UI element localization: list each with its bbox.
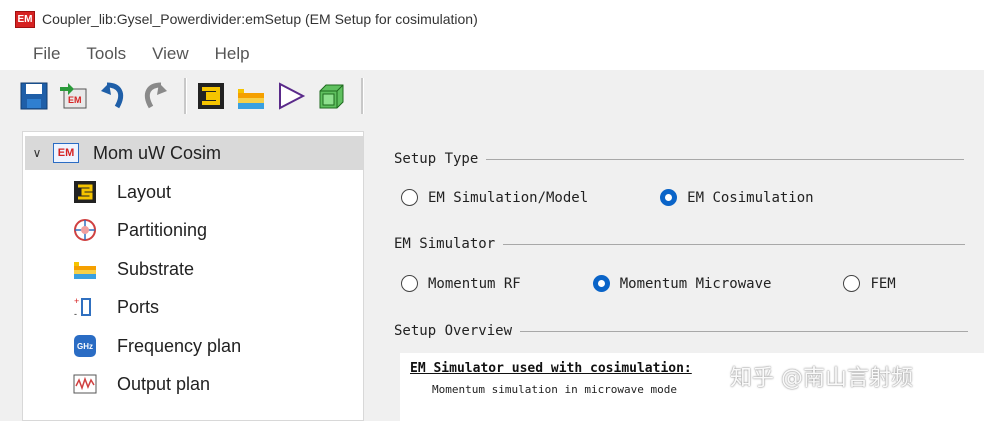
tree-item-label: Substrate [117,258,195,279]
em-simulator-title: EM Simulator [394,236,496,252]
tree-item-ports[interactable]: + - Ports [73,289,159,325]
redo-icon [144,82,167,109]
em-app-icon: EM [15,10,35,28]
radio-label: Momentum RF [428,275,521,292]
radio-em-cosimulation[interactable]: EM Cosimulation [660,189,814,206]
menu-bar: File Tools View Help [0,38,984,70]
em-export-button[interactable]: EM [57,78,91,114]
tree-item-substrate[interactable]: Substrate [73,251,194,287]
output-plan-icon [73,372,97,396]
ghz-badge-text: GHz [77,341,93,351]
setup-tree-panel: ∨ EM Mom uW Cosim Layout Partitioning Su… [22,131,364,421]
undo-button[interactable] [97,78,131,114]
tree-item-label: Partitioning [117,219,208,240]
tree-item-label: Layout [117,181,172,202]
toolbar-separator [184,78,187,114]
redo-button[interactable] [137,78,171,114]
radio-momentum-microwave[interactable]: Momentum Microwave [592,275,772,292]
overview-heading: EM Simulator used with cosimulation: [410,361,692,376]
layout-icon [73,180,97,204]
radio-label: EM Cosimulation [687,189,814,206]
radio-button-checked[interactable] [592,275,610,292]
radio-button[interactable] [401,275,418,292]
partitioning-icon [73,218,97,242]
frequency-plan-icon: GHz [73,334,97,358]
tree-root-mom-uw-cosim[interactable]: ∨ EM Mom uW Cosim [25,136,363,170]
radio-label: EM Simulation/Model [428,189,589,206]
radio-button[interactable] [401,189,418,206]
toolbar-separator-end [361,78,364,114]
radio-label: FEM [870,275,896,292]
tree-item-label: Output plan [117,373,211,394]
svg-text:-: - [74,309,77,319]
port-triangle-icon [279,82,306,110]
setup-type-title: Setup Type [394,151,479,167]
tree-item-partitioning[interactable]: Partitioning [73,212,207,248]
radio-button[interactable] [843,275,861,292]
save-button[interactable] [17,78,51,114]
save-icon [20,82,48,110]
menu-view[interactable]: View [152,44,189,64]
layout-button[interactable] [194,78,228,114]
substrate-icon [238,89,264,109]
menu-help[interactable]: Help [215,44,250,64]
tree-item-label: Frequency plan [117,335,242,356]
radio-label: Momentum Microwave [619,275,772,292]
setup-type-group: Setup Type [394,151,965,167]
title-bar: EM Coupler_lib:Gysel_Powerdivider:emSetu… [0,0,984,38]
em-icon: EM [53,143,79,163]
tree-item-frequency-plan[interactable]: GHz Frequency plan [73,328,241,364]
em-export-icon: EM [60,83,87,109]
tree-root-label: Mom uW Cosim [93,142,222,163]
tree-item-layout[interactable]: Layout [73,174,171,210]
chevron-down-icon[interactable]: ∨ [29,146,45,160]
tree-item-output-plan[interactable]: Output plan [73,366,210,402]
group-divider [503,243,966,245]
radio-em-simulation-model[interactable]: EM Simulation/Model [401,189,588,206]
substrate-icon [73,257,97,281]
undo-icon [101,82,124,109]
svg-text:EM: EM [68,95,82,105]
group-divider [520,330,969,332]
3d-view-button[interactable] [314,78,348,114]
watermark-text: 知乎 @南山言射频 [730,366,913,391]
3d-box-icon [319,84,344,109]
radio-momentum-rf[interactable]: Momentum RF [401,275,521,292]
setup-overview-title: Setup Overview [394,323,513,339]
overview-line: Momentum simulation in microwave mode [432,383,678,396]
svg-text:+: + [74,296,79,306]
ports-icon: + - [73,295,97,319]
layout-icon [198,83,224,109]
em-simulator-group: EM Simulator [394,236,966,252]
group-divider [486,158,965,160]
em-simulator-options: Momentum RF Momentum Microwave FEM [401,275,896,292]
menu-tools[interactable]: Tools [86,44,126,64]
setup-type-options: EM Simulation/Model EM Cosimulation [401,189,814,206]
radio-button-checked[interactable] [660,189,678,206]
substrate-button[interactable] [234,78,268,114]
menu-file[interactable]: File [33,44,60,64]
toolbar: EM [0,70,984,122]
radio-fem[interactable]: FEM [843,275,896,292]
tree-item-label: Ports [117,296,160,317]
window-title: Coupler_lib:Gysel_Powerdivider:emSetup (… [42,11,478,27]
port-button[interactable] [274,78,308,114]
setup-overview-group: Setup Overview [394,323,969,339]
